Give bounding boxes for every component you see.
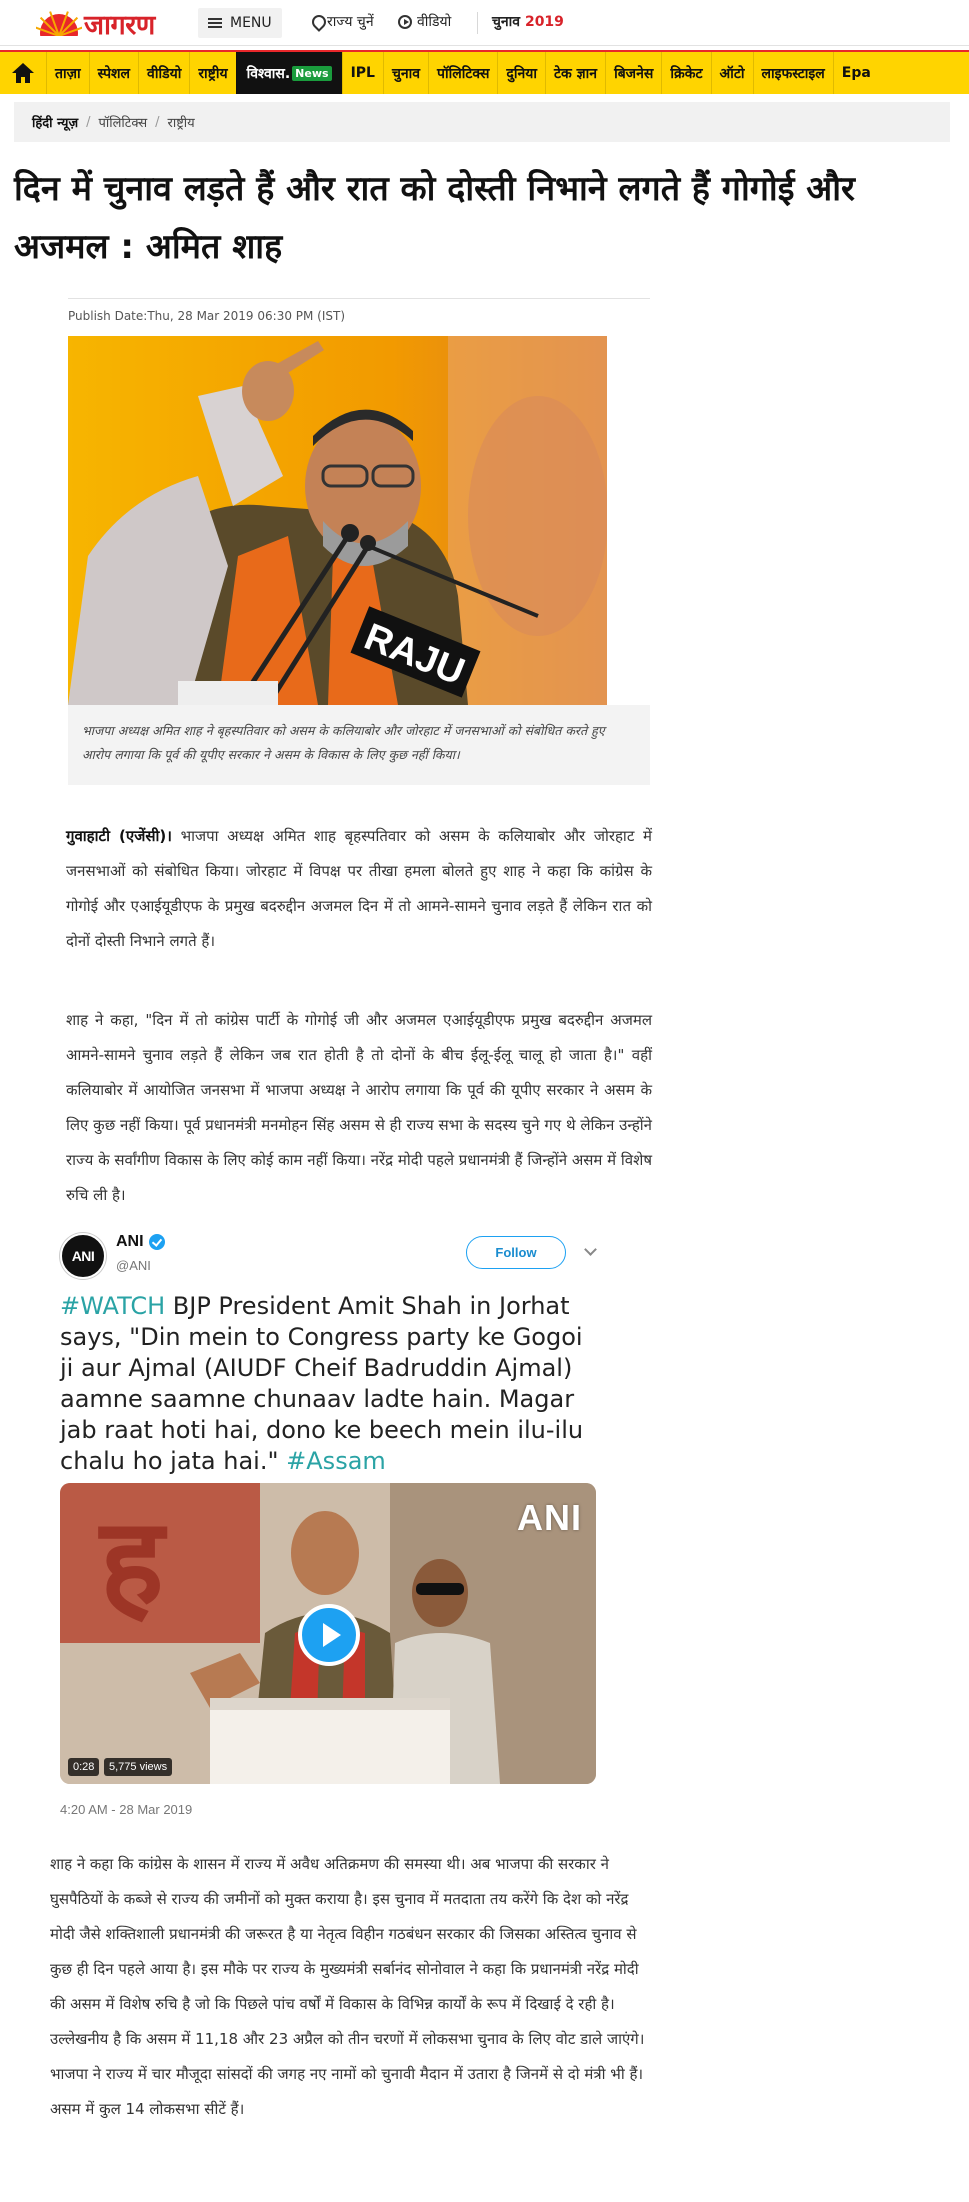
nav-item-election[interactable]: चुनाव [382, 52, 428, 94]
nav-item-special[interactable]: स्पेशल [88, 52, 138, 94]
nav-item-ipl[interactable]: IPL [341, 52, 383, 94]
breadcrumb-item-politics[interactable]: पॉलिटिक्स [98, 113, 147, 131]
nav-item-cricket[interactable]: क्रिकेट [661, 52, 710, 94]
vishvas-news-badge: News [292, 65, 332, 81]
hamburger-icon [208, 18, 222, 28]
tweet-video[interactable]: ह ANI 0:28 5,775 views [60, 1483, 596, 1784]
hashtag-assam[interactable]: #Assam [286, 1447, 386, 1475]
tweet-author[interactable]: ANI [116, 1233, 165, 1251]
nav-item-latest[interactable]: ताज़ा [46, 52, 89, 94]
nav-item-epaper[interactable]: Epa [832, 52, 879, 94]
nav-item-politics[interactable]: पॉलिटिक्स [428, 52, 497, 94]
nav-item-tech[interactable]: टेक ज्ञान [545, 52, 605, 94]
chevron-down-icon[interactable] [584, 1243, 597, 1256]
follow-button[interactable]: Follow [466, 1236, 566, 1269]
play-button[interactable] [298, 1604, 360, 1666]
video-label: वीडियो [417, 14, 452, 30]
video-duration: 0:28 [68, 1758, 100, 1776]
hashtag-watch[interactable]: #WATCH [60, 1292, 165, 1320]
election-year: 2019 [524, 14, 564, 30]
nav-item-auto[interactable]: ऑटो [710, 52, 753, 94]
title-divider [68, 298, 650, 299]
nav-item-vishvas-news[interactable]: विश्वास. News [235, 52, 342, 94]
election-label: चुनाव [492, 14, 521, 30]
article-paragraph-2: शाह ने कहा, "दिन में तो कांग्रेस पार्टी … [66, 1011, 652, 1204]
nav-item-national[interactable]: राष्ट्रीय [189, 52, 235, 94]
article-paragraph-1: गुवाहाटी (एजेंसी)। भाजपा अध्यक्ष अमित शा… [66, 819, 652, 959]
breadcrumb-item-hindi-news[interactable]: हिंदी न्यूज़ [32, 113, 78, 131]
breadcrumb-separator: / [86, 114, 91, 130]
article-title: दिन में चुनाव लड़ते हैं और रात को दोस्ती… [14, 169, 855, 267]
logo-text: जागरण [84, 9, 155, 41]
play-icon [322, 1623, 341, 1647]
avatar-logo-text: ANI [71, 1248, 95, 1264]
breadcrumb: हिंदी न्यूज़ / पॉलिटिक्स / राष्ट्रीय [14, 102, 950, 142]
article-paragraph-3: शाह ने कहा कि कांग्रेस के शासन में राज्य… [50, 1855, 645, 2118]
election-link[interactable]: चुनाव 2019 [492, 12, 564, 31]
publish-date: Publish Date:Thu, 28 Mar 2019 06:30 PM (… [68, 309, 346, 323]
embedded-tweet: ANI ANI @ANI Follow #WATCH BJP President… [58, 1225, 604, 1827]
tweet-handle[interactable]: @ANI [116, 1258, 151, 1273]
video-watermark: ANI [517, 1497, 582, 1538]
image-caption: भाजपा अध्यक्ष अमित शाह ने बृहस्पतिवार को… [68, 705, 650, 785]
home-icon [12, 63, 34, 83]
jagran-logo[interactable]: जागरण [36, 6, 155, 41]
header-divider [477, 12, 478, 34]
lead-image: RAJU [68, 336, 607, 705]
location-pin-icon [312, 15, 322, 28]
video-link[interactable]: वीडियो [398, 12, 451, 31]
sun-logo-icon [36, 10, 82, 36]
verified-badge-icon [148, 1234, 165, 1250]
nav-home[interactable] [0, 52, 46, 94]
state-select-link[interactable]: राज्य चुनें [312, 12, 374, 31]
dateline: गुवाहाटी (एजेंसी)। [66, 827, 172, 845]
play-circle-icon [398, 14, 412, 29]
tweet-author-name: ANI [116, 1233, 144, 1250]
nav-item-business[interactable]: बिजनेस [605, 52, 661, 94]
main-nav: ताज़ा स्पेशल वीडियो राष्ट्रीय विश्वास. N… [0, 50, 969, 94]
menu-label: MENU [230, 15, 272, 31]
breadcrumb-item-national[interactable]: राष्ट्रीय [168, 113, 195, 131]
breadcrumb-separator: / [155, 114, 160, 130]
nav-item-lifestyle[interactable]: लाइफस्टाइल [752, 52, 833, 94]
tweet-timestamp[interactable]: 4:20 AM - 28 Mar 2019 [60, 1802, 192, 1817]
paragraph-1-text: भाजपा अध्यक्ष अमित शाह बृहस्पतिवार को अस… [66, 827, 652, 950]
site-header: जागरण MENU राज्य चुनें वीडियो चुनाव 2019 [0, 0, 969, 46]
video-views: 5,775 views [104, 1758, 173, 1776]
tweet-avatar[interactable]: ANI [60, 1233, 106, 1279]
menu-button[interactable]: MENU [198, 8, 282, 38]
svg-text:ह: ह [98, 1493, 168, 1632]
tweet-text: #WATCH BJP President Amit Shah in Jorhat… [60, 1291, 600, 1477]
nav-item-world[interactable]: दुनिया [497, 52, 545, 94]
vishvas-label: विश्वास. [246, 65, 291, 82]
nav-item-video[interactable]: वीडियो [138, 52, 189, 94]
state-select-label: राज्य चुनें [327, 14, 374, 30]
